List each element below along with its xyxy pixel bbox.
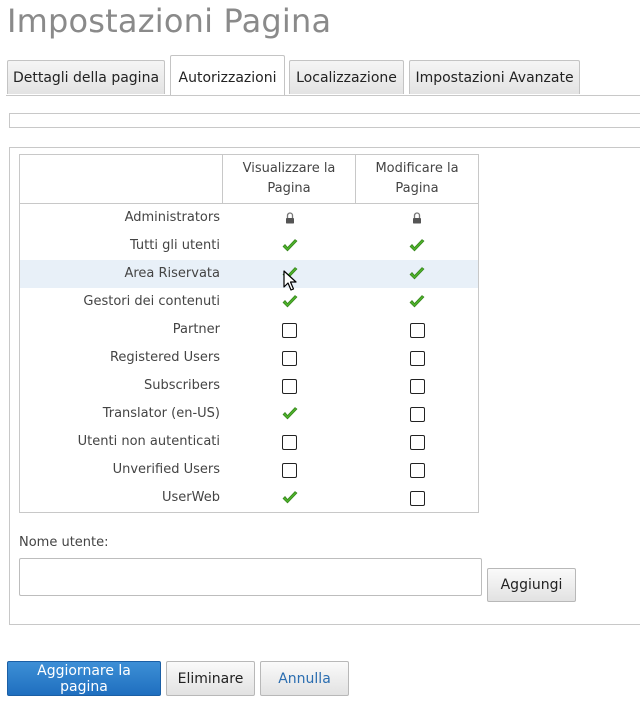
table-row: Gestori dei contenuti (20, 288, 478, 316)
view-permission-cell[interactable] (223, 428, 356, 456)
permission-checkbox[interactable] (409, 378, 425, 394)
role-header (20, 155, 223, 204)
view-permission-cell[interactable] (223, 456, 356, 484)
permission-checkbox[interactable] (409, 406, 425, 422)
role-label: Administrators (124, 210, 220, 225)
view-permission-cell[interactable] (223, 260, 356, 288)
table-row: Area Riservata (20, 260, 478, 288)
edit-permission-cell[interactable] (356, 400, 478, 428)
check-granted-icon[interactable] (409, 239, 425, 253)
edit-permission-cell[interactable] (356, 344, 478, 372)
permission-checkbox[interactable] (409, 490, 425, 506)
table-row: Translator (en-US) (20, 400, 478, 428)
role-label: Gestori dei contenuti (83, 294, 220, 309)
role-label: Area Riservata (124, 266, 220, 281)
edit-permission-cell[interactable] (356, 316, 478, 344)
view-permission-cell[interactable] (223, 344, 356, 372)
lock-icon (285, 212, 294, 224)
table-row: Utenti non autenticati (20, 428, 478, 456)
tab-localizzazione[interactable]: Localizzazione (289, 60, 404, 94)
username-input[interactable] (19, 558, 482, 596)
role-label: UserWeb (162, 490, 220, 505)
table-row: UserWeb (20, 484, 478, 512)
check-granted-icon[interactable] (282, 239, 298, 253)
view-permission-cell[interactable] (223, 204, 356, 232)
delete-button[interactable]: Eliminare (166, 661, 255, 696)
view-permission-cell[interactable] (223, 484, 356, 512)
role-label: Translator (en-US) (102, 406, 220, 421)
permission-checkbox[interactable] (282, 378, 297, 394)
update-page-button[interactable]: Aggiornare la pagina (7, 661, 161, 696)
check-granted-icon[interactable] (282, 267, 298, 281)
role-label: Subscribers (144, 378, 220, 393)
lock-icon (413, 212, 421, 224)
tab-dettagli[interactable]: Dettagli della pagina (7, 60, 165, 94)
permission-checkbox[interactable] (409, 350, 425, 366)
role-label: Tutti gli utenti (129, 238, 220, 253)
permission-checkbox[interactable] (282, 462, 297, 478)
permissions-table: Visualizzare la Pagina Modificare la Pag… (19, 154, 479, 513)
role-label: Partner (172, 322, 220, 337)
progress-strip (9, 113, 640, 128)
check-granted-icon[interactable] (282, 491, 298, 505)
role-label: Utenti non autenticati (77, 434, 220, 449)
view-permission-cell[interactable] (223, 232, 356, 260)
edit-permission-cell[interactable] (356, 204, 478, 232)
check-granted-icon[interactable] (409, 295, 425, 309)
edit-permission-cell[interactable] (356, 372, 478, 400)
tab-autorizzazioni[interactable]: Autorizzazioni (170, 55, 285, 96)
table-row: Registered Users (20, 344, 478, 372)
permission-checkbox[interactable] (409, 434, 425, 450)
edit-column-header: Modificare la Pagina (356, 155, 478, 204)
table-row: Subscribers (20, 372, 478, 400)
permission-checkbox[interactable] (409, 462, 425, 478)
permission-checkbox[interactable] (282, 434, 297, 450)
table-row: Unverified Users (20, 456, 478, 484)
edit-permission-cell[interactable] (356, 456, 478, 484)
add-user-button[interactable]: Aggiungi (487, 568, 576, 602)
cancel-button[interactable]: Annulla (260, 661, 349, 696)
permission-checkbox[interactable] (409, 322, 425, 338)
tab-bar: Dettagli della pagina Autorizzazioni Loc… (0, 55, 640, 96)
view-column-header: Visualizzare la Pagina (223, 155, 356, 204)
edit-permission-cell[interactable] (356, 260, 478, 288)
edit-permission-cell[interactable] (356, 288, 478, 316)
page-title: Impostazioni Pagina (7, 2, 332, 40)
view-permission-cell[interactable] (223, 372, 356, 400)
tab-impostazioni-avanzate[interactable]: Impostazioni Avanzate (409, 60, 580, 94)
edit-permission-cell[interactable] (356, 428, 478, 456)
view-permission-cell[interactable] (223, 400, 356, 428)
permission-checkbox[interactable] (282, 322, 297, 338)
table-row: Tutti gli utenti (20, 232, 478, 260)
edit-permission-cell[interactable] (356, 232, 478, 260)
edit-permission-cell[interactable] (356, 484, 478, 512)
table-row: Partner (20, 316, 478, 344)
table-row: Administrators (20, 204, 478, 232)
permission-checkbox[interactable] (282, 350, 297, 366)
role-label: Unverified Users (112, 462, 220, 477)
view-permission-cell[interactable] (223, 316, 356, 344)
tab-divider (6, 95, 640, 96)
check-granted-icon[interactable] (282, 407, 298, 421)
view-permission-cell[interactable] (223, 288, 356, 316)
username-label: Nome utente: (19, 535, 109, 550)
check-granted-icon[interactable] (282, 295, 298, 309)
role-label: Registered Users (109, 350, 220, 365)
check-granted-icon[interactable] (409, 267, 425, 281)
